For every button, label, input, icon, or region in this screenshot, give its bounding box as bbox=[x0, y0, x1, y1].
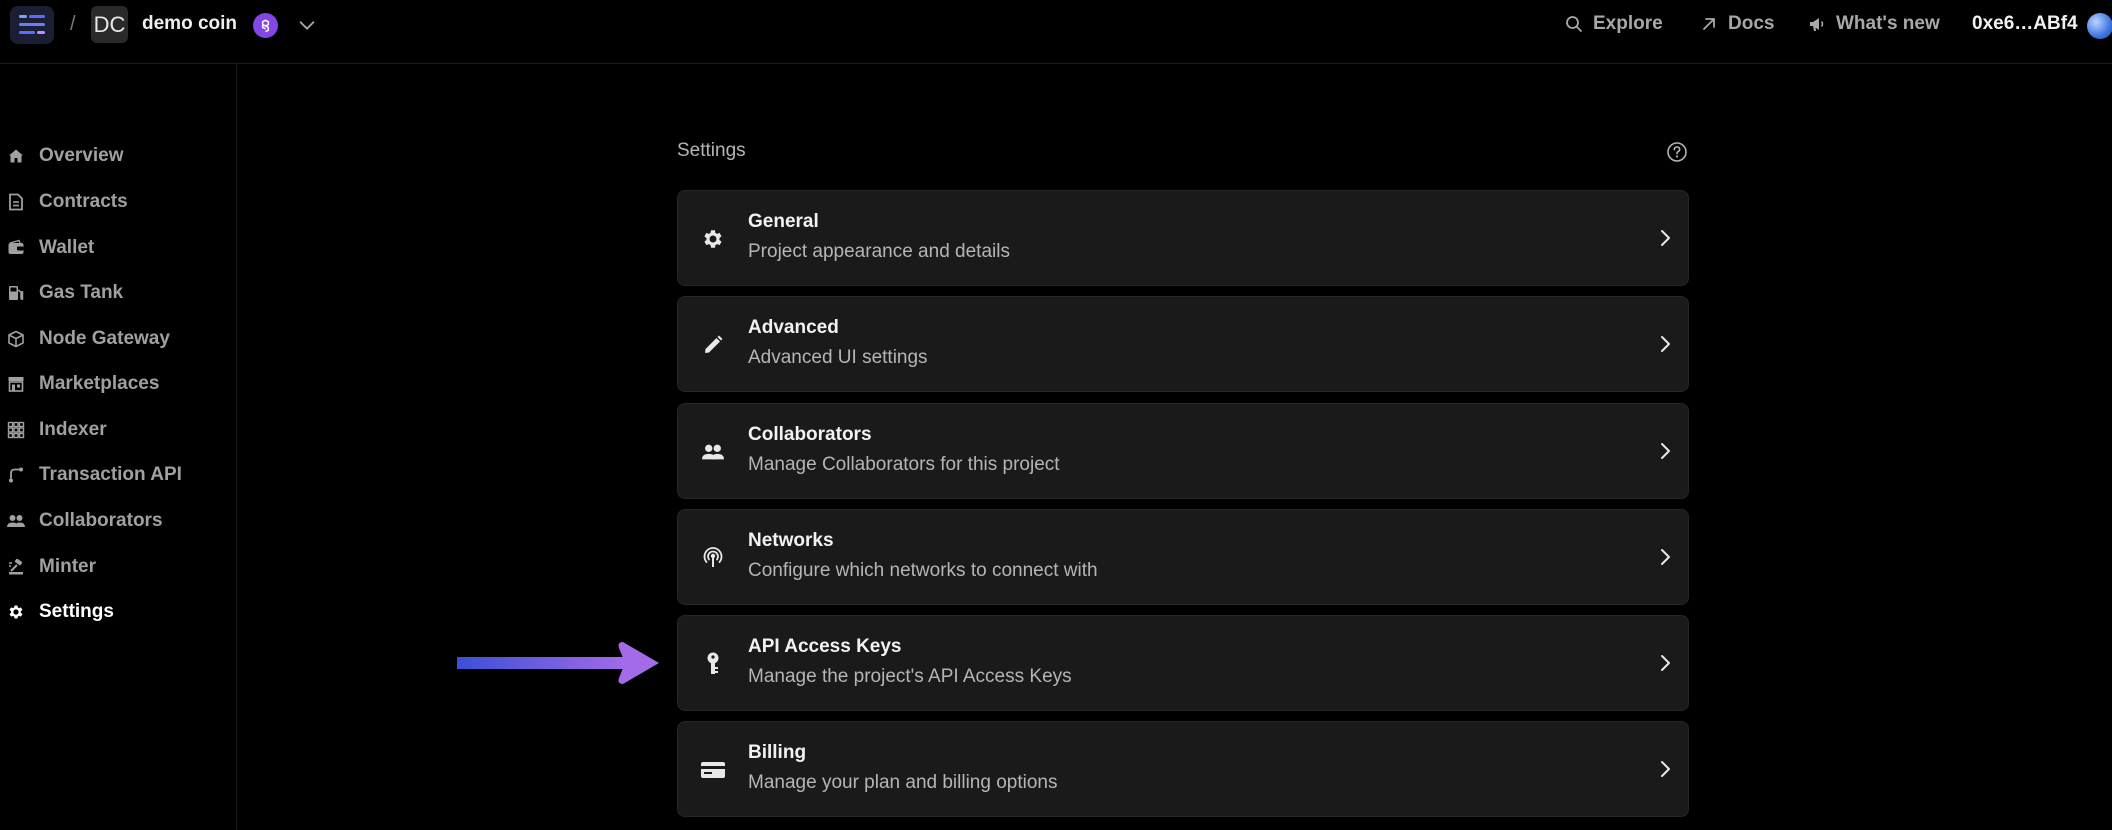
annotation-arrow-icon bbox=[457, 642, 659, 684]
sidebar: Overview Contracts Wallet Gas Tank Node … bbox=[0, 64, 237, 830]
chevron-right-icon bbox=[1661, 230, 1670, 246]
nav-whats-new[interactable]: What's new bbox=[1808, 13, 1940, 35]
nav-docs[interactable]: Docs bbox=[1700, 13, 1774, 35]
card-title: Networks bbox=[748, 530, 834, 551]
card-title: Advanced bbox=[748, 317, 839, 338]
credit-card-icon bbox=[700, 757, 726, 783]
chevron-right-icon bbox=[1661, 761, 1670, 777]
card-title: Billing bbox=[748, 742, 807, 763]
app-logo[interactable] bbox=[10, 6, 54, 44]
breadcrumb-separator: / bbox=[70, 13, 76, 35]
gear-icon bbox=[6, 602, 26, 622]
megaphone-icon bbox=[1808, 15, 1826, 33]
chevron-down-icon[interactable] bbox=[296, 14, 318, 36]
card-description: Manage your plan and billing options bbox=[748, 772, 1058, 793]
sidebar-item-settings[interactable]: Settings bbox=[6, 597, 114, 627]
cube-icon bbox=[6, 329, 26, 349]
sidebar-item-indexer[interactable]: Indexer bbox=[6, 415, 107, 445]
settings-card-collaborators[interactable]: Collaborators Manage Collaborators for t… bbox=[677, 403, 1689, 499]
sidebar-item-label: Gas Tank bbox=[39, 282, 124, 303]
external-link-icon bbox=[1700, 15, 1718, 33]
chevron-right-icon bbox=[1661, 443, 1670, 459]
sidebar-item-label: Contracts bbox=[39, 191, 128, 212]
card-description: Manage the project's API Access Keys bbox=[748, 666, 1072, 687]
chevron-right-icon bbox=[1661, 655, 1670, 671]
chevron-right-icon bbox=[1661, 549, 1670, 565]
settings-card-billing[interactable]: Billing Manage your plan and billing opt… bbox=[677, 721, 1689, 817]
sidebar-item-contracts[interactable]: Contracts bbox=[6, 187, 128, 217]
wallet-icon bbox=[6, 238, 26, 258]
sidebar-item-collaborators[interactable]: Collaborators bbox=[6, 506, 163, 536]
gear-icon bbox=[700, 226, 726, 252]
search-icon bbox=[1565, 15, 1583, 33]
project-avatar: DC bbox=[91, 6, 128, 43]
sidebar-item-node-gateway[interactable]: Node Gateway bbox=[6, 324, 170, 354]
settings-card-general[interactable]: General Project appearance and details bbox=[677, 190, 1689, 286]
settings-card-api-access-keys[interactable]: API Access Keys Manage the project's API… bbox=[677, 615, 1689, 711]
sidebar-item-label: Transaction API bbox=[39, 464, 182, 485]
card-description: Project appearance and details bbox=[748, 241, 1010, 262]
broadcast-icon bbox=[700, 545, 726, 571]
nav-explore-label: Explore bbox=[1593, 13, 1663, 34]
nav-explore[interactable]: Explore bbox=[1565, 13, 1663, 35]
project-name[interactable]: demo coin bbox=[142, 13, 237, 35]
nav-docs-label: Docs bbox=[1728, 13, 1775, 34]
sidebar-item-label: Node Gateway bbox=[39, 328, 170, 349]
grid-icon bbox=[6, 420, 26, 440]
sidebar-item-label: Collaborators bbox=[39, 510, 163, 531]
help-icon[interactable] bbox=[1666, 141, 1688, 163]
gas-pump-icon bbox=[6, 283, 26, 303]
polygon-icon bbox=[253, 13, 278, 38]
document-icon bbox=[6, 192, 26, 212]
sidebar-item-label: Settings bbox=[39, 601, 114, 622]
sidebar-item-overview[interactable]: Overview bbox=[6, 141, 124, 171]
sidebar-item-label: Marketplaces bbox=[39, 373, 160, 394]
card-title: Collaborators bbox=[748, 424, 872, 445]
sidebar-item-transaction-api[interactable]: Transaction API bbox=[6, 460, 182, 490]
sidebar-item-label: Indexer bbox=[39, 419, 107, 440]
card-description: Configure which networks to connect with bbox=[748, 560, 1098, 581]
sidebar-item-gas-tank[interactable]: Gas Tank bbox=[6, 278, 123, 308]
sidebar-item-wallet[interactable]: Wallet bbox=[6, 233, 94, 263]
key-icon bbox=[700, 651, 726, 677]
top-bar: / DC demo coin Explore Docs What's new 0… bbox=[0, 0, 2112, 64]
settings-card-advanced[interactable]: Advanced Advanced UI settings bbox=[677, 296, 1689, 392]
card-title: General bbox=[748, 211, 819, 232]
wallet-avatar[interactable] bbox=[2087, 13, 2112, 39]
minter-icon bbox=[6, 557, 26, 577]
chevron-right-icon bbox=[1661, 336, 1670, 352]
pencil-icon bbox=[700, 332, 726, 358]
page-title: Settings bbox=[677, 140, 746, 161]
settings-card-networks[interactable]: Networks Configure which networks to con… bbox=[677, 509, 1689, 605]
sidebar-item-label: Wallet bbox=[39, 237, 95, 258]
nav-whats-new-label: What's new bbox=[1836, 13, 1940, 34]
route-icon bbox=[6, 465, 26, 485]
card-title: API Access Keys bbox=[748, 636, 902, 657]
home-icon bbox=[6, 146, 26, 166]
wallet-address[interactable]: 0xe6…ABf4 bbox=[1972, 13, 2078, 35]
card-description: Advanced UI settings bbox=[748, 347, 928, 368]
sidebar-item-label: Minter bbox=[39, 556, 96, 577]
menu-logo-icon bbox=[19, 15, 45, 34]
sidebar-item-label: Overview bbox=[39, 145, 124, 166]
sidebar-item-minter[interactable]: Minter bbox=[6, 552, 96, 582]
store-icon bbox=[6, 374, 26, 394]
sidebar-item-marketplaces[interactable]: Marketplaces bbox=[6, 369, 159, 399]
people-icon bbox=[700, 439, 726, 465]
people-icon bbox=[6, 511, 26, 531]
card-description: Manage Collaborators for this project bbox=[748, 454, 1060, 475]
